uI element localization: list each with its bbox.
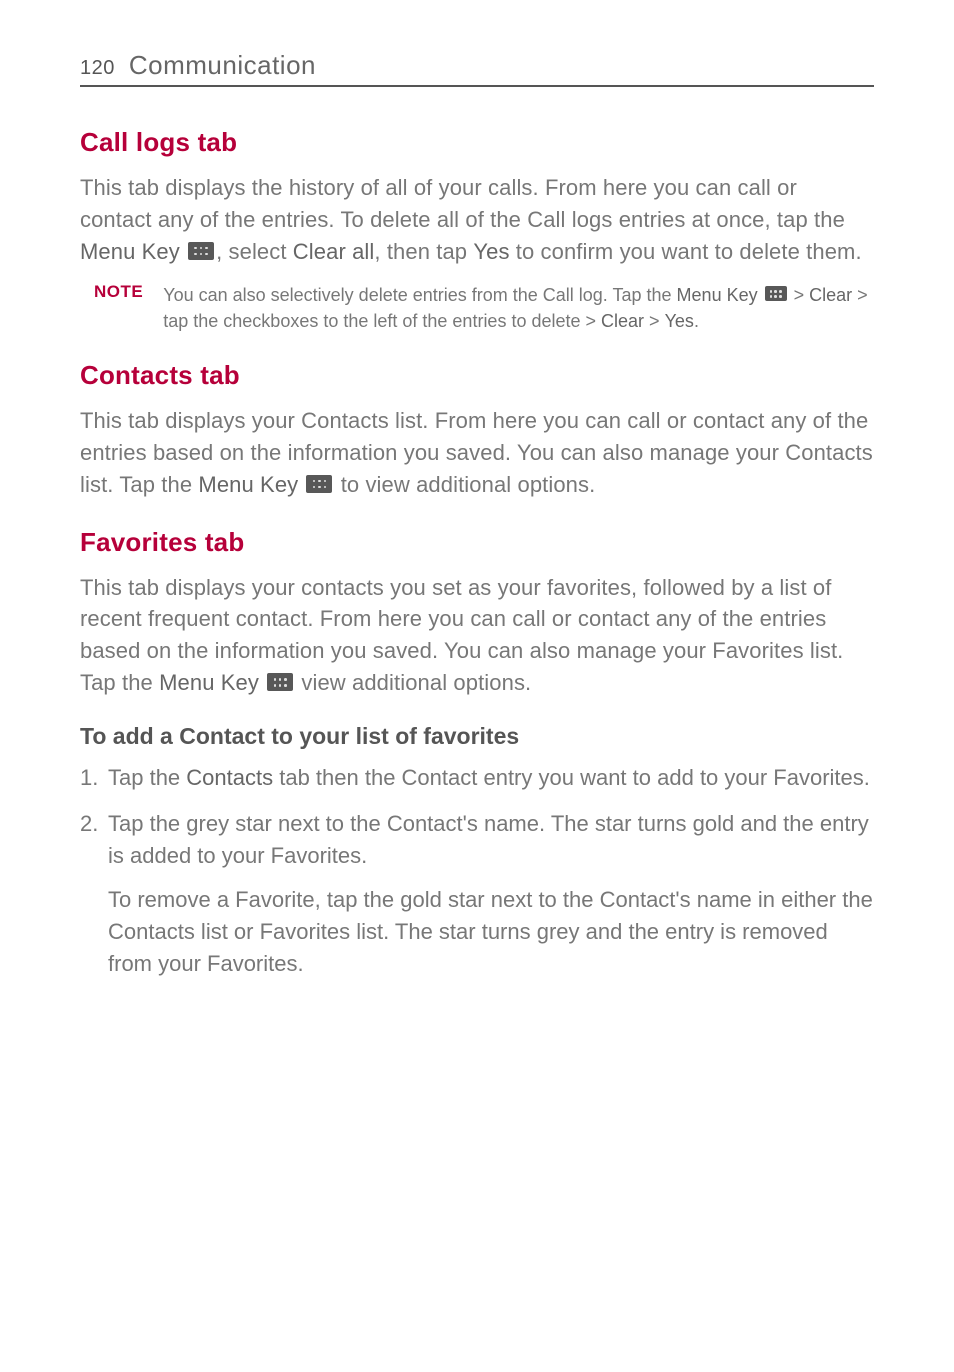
- note-label: NOTE: [94, 282, 143, 334]
- heading-call-logs: Call logs tab: [80, 127, 874, 158]
- clear-label: Clear: [601, 311, 644, 331]
- menu-key-label: Menu Key: [80, 239, 180, 264]
- follow-paragraph: To remove a Favorite, tap the gold star …: [108, 884, 874, 980]
- menu-key-label: Menu Key: [198, 472, 298, 497]
- text-segment: >: [789, 285, 810, 305]
- sub-heading-add-favorite: To add a Contact to your list of favorit…: [80, 723, 874, 750]
- menu-key-icon: [306, 475, 332, 493]
- contacts-paragraph: This tab displays your Contacts list. Fr…: [80, 405, 874, 501]
- page-number: 120: [80, 57, 115, 80]
- text-segment: to confirm you want to delete them.: [510, 239, 862, 264]
- header-title: Communication: [129, 50, 316, 81]
- call-logs-paragraph: This tab displays the history of all of …: [80, 172, 874, 268]
- text-segment: Tap the: [108, 765, 186, 790]
- text-segment: .: [694, 311, 699, 331]
- text-segment: , then tap: [374, 239, 473, 264]
- note-block: NOTE You can also selectively delete ent…: [94, 282, 874, 334]
- yes-label: Yes: [665, 311, 694, 331]
- menu-key-icon: [765, 286, 787, 301]
- favorites-paragraph: This tab displays your contacts you set …: [80, 572, 874, 700]
- text-segment: view additional options.: [295, 670, 531, 695]
- text-segment: to view additional options.: [334, 472, 595, 497]
- list-item: Tap the Contacts tab then the Contact en…: [80, 762, 874, 794]
- clear-all-label: Clear all: [293, 239, 375, 264]
- menu-key-icon: [188, 242, 214, 260]
- contacts-label: Contacts: [186, 765, 273, 790]
- menu-key-label: Menu Key: [159, 670, 259, 695]
- heading-contacts: Contacts tab: [80, 360, 874, 391]
- list-item: Tap the grey star next to the Contact's …: [80, 808, 874, 979]
- page: 120 Communication Call logs tab This tab…: [0, 0, 954, 1073]
- text-segment: This tab displays the history of all of …: [80, 175, 845, 232]
- text-segment: tab then the Contact entry you want to a…: [273, 765, 870, 790]
- menu-key-icon: [267, 673, 293, 691]
- text-segment: Tap the grey star next to the Contact's …: [108, 811, 869, 868]
- note-text: You can also selectively delete entries …: [163, 282, 874, 334]
- favorites-steps-list: Tap the Contacts tab then the Contact en…: [80, 762, 874, 979]
- menu-key-label: Menu Key: [677, 285, 758, 305]
- page-header: 120 Communication: [80, 50, 874, 87]
- clear-label: Clear: [809, 285, 852, 305]
- heading-favorites: Favorites tab: [80, 527, 874, 558]
- text-segment: You can also selectively delete entries …: [163, 285, 676, 305]
- text-segment: , select: [216, 239, 293, 264]
- yes-label: Yes: [473, 239, 509, 264]
- text-segment: >: [644, 311, 665, 331]
